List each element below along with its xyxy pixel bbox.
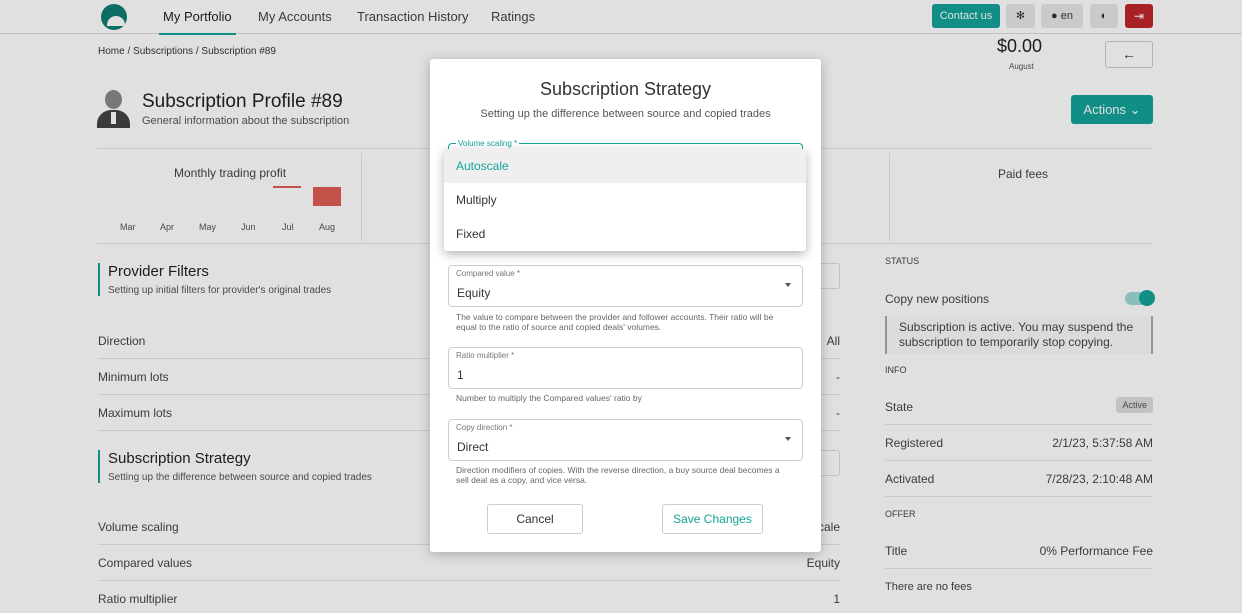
field-value: Direct — [457, 440, 489, 454]
field-helper-text: Number to multiply the Compared values' … — [456, 393, 642, 403]
field-value: 1 — [457, 368, 464, 382]
strategy-dialog: Subscription Strategy Setting up the dif… — [430, 59, 821, 552]
menu-option-multiply[interactable]: Multiply — [444, 183, 806, 217]
field-label: Ratio multiplier * — [456, 351, 515, 360]
caret-down-icon — [785, 437, 791, 441]
menu-option-fixed[interactable]: Fixed — [444, 217, 806, 251]
cancel-button[interactable]: Cancel — [487, 504, 583, 534]
field-label: Compared value * — [456, 269, 521, 278]
caret-down-icon — [785, 283, 791, 287]
dialog-title: Subscription Strategy — [539, 79, 712, 99]
volume-scaling-menu: Autoscale Multiply Fixed — [444, 149, 806, 251]
field-label: Volume scaling * — [456, 139, 520, 148]
copy-direction-select[interactable]: Copy direction * Direct — [448, 419, 803, 461]
page-background: My Portfolio My Accounts Transaction His… — [0, 0, 1242, 613]
field-helper-text: The value to compare between the provide… — [456, 312, 774, 332]
field-value: Equity — [457, 286, 491, 300]
save-changes-button[interactable]: Save Changes — [662, 504, 763, 534]
dialog-subtitle: Setting up the difference between source… — [480, 108, 771, 120]
menu-option-autoscale[interactable]: Autoscale — [444, 149, 806, 183]
field-helper-text: Direction modifiers of copies. With the … — [456, 465, 780, 485]
compared-value-select[interactable]: Compared value * Equity — [448, 265, 803, 307]
ratio-multiplier-input[interactable]: Ratio multiplier * 1 — [448, 347, 803, 389]
field-label: Copy direction * — [456, 423, 513, 432]
